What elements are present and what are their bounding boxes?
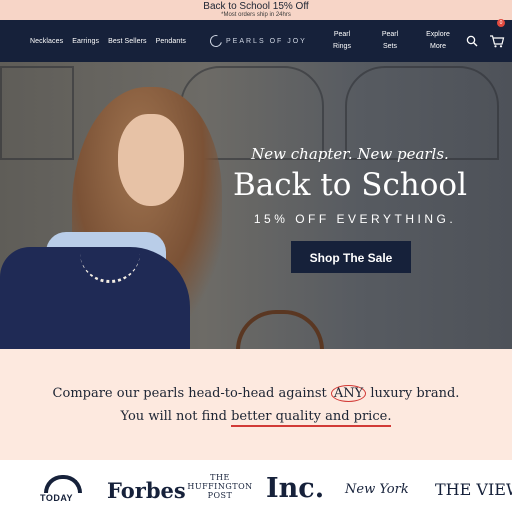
compare-section: Compare our pearls head-to-head against … bbox=[0, 349, 512, 460]
nav-item-pearl-rings[interactable]: Pearl Rings bbox=[318, 29, 366, 53]
nav-item-best-sellers[interactable]: Best Sellers bbox=[108, 38, 147, 45]
compare-text: You will not find bbox=[120, 409, 227, 424]
press-logo-line: HUFFINGTON bbox=[187, 482, 253, 491]
press-logo-inc: Inc. bbox=[266, 473, 325, 504]
door-panel-decoration bbox=[0, 66, 74, 160]
site-header: Necklaces Earrings Best Sellers Pendants… bbox=[0, 20, 512, 62]
nav-item-pendants[interactable]: Pendants bbox=[156, 38, 186, 45]
hero-tagline: New chapter. New pearls. bbox=[251, 145, 449, 163]
nav-item-pearl-sets[interactable]: Pearl Sets bbox=[366, 29, 414, 53]
compare-text: Compare our pearls head-to-head against bbox=[52, 386, 327, 401]
nav-item-label: Rings bbox=[333, 43, 351, 50]
nav-item-necklaces[interactable]: Necklaces bbox=[30, 38, 63, 45]
press-logos: TODAY Forbes THE HUFFINGTON POST Inc. Ne… bbox=[0, 460, 512, 512]
nav-item-label: More bbox=[430, 43, 446, 50]
hero-model-face bbox=[118, 114, 184, 206]
brand-logo[interactable]: PEARLS OF JOY bbox=[207, 32, 307, 50]
promo-bar: Back to School 15% Off *Most orders ship… bbox=[0, 0, 512, 20]
nav-item-label: Sets bbox=[382, 43, 397, 50]
promo-subtitle: *Most orders ship in 24hrs bbox=[221, 12, 291, 18]
compare-circled-word: ANY bbox=[330, 385, 367, 402]
nav-item-label: Pearl bbox=[333, 31, 351, 38]
nav-item-earrings[interactable]: Earrings bbox=[72, 38, 99, 45]
compare-line-2: You will not find better quality and pri… bbox=[0, 409, 512, 427]
shop-the-sale-button[interactable]: Shop The Sale bbox=[291, 241, 411, 273]
press-logo-line: THE bbox=[210, 473, 230, 482]
hero-banner: New chapter. New pearls. Back to School … bbox=[0, 62, 512, 349]
nav-item-label: Pearl bbox=[381, 31, 399, 38]
press-logo-new-york: New York bbox=[345, 482, 409, 497]
promo-title: Back to School 15% Off bbox=[203, 1, 309, 12]
hero-title: Back to School bbox=[232, 167, 468, 203]
press-logo-forbes: Forbes bbox=[107, 478, 186, 503]
cart-icon[interactable] bbox=[489, 34, 505, 48]
compare-line-1: Compare our pearls head-to-head against … bbox=[0, 385, 512, 402]
hero-subtitle: 15% OFF EVERYTHING. bbox=[253, 212, 457, 226]
compare-underlined-phrase: better quality and price. bbox=[231, 409, 392, 427]
press-logo-huffington-post: THE HUFFINGTON POST bbox=[184, 473, 256, 500]
cart-count-badge: 0 bbox=[497, 19, 505, 27]
search-icon[interactable] bbox=[466, 35, 478, 47]
compare-text: luxury brand. bbox=[370, 386, 460, 401]
primary-nav: Necklaces Earrings Best Sellers Pendants bbox=[30, 20, 186, 62]
nav-item-explore-more[interactable]: Explore More bbox=[414, 29, 462, 53]
logo-text: PEARLS OF JOY bbox=[226, 37, 307, 45]
press-logo-line: POST bbox=[207, 491, 233, 500]
logo-crescent-icon bbox=[207, 32, 225, 50]
secondary-nav: Pearl Rings Pearl Sets Explore More bbox=[318, 20, 462, 62]
nav-item-label: Explore bbox=[426, 31, 450, 38]
press-logo-today: TODAY bbox=[40, 493, 74, 503]
hero-bag-handle bbox=[236, 310, 324, 349]
today-logo-arc-icon bbox=[44, 475, 82, 493]
press-logo-the-view: THE VIEW bbox=[435, 480, 512, 499]
